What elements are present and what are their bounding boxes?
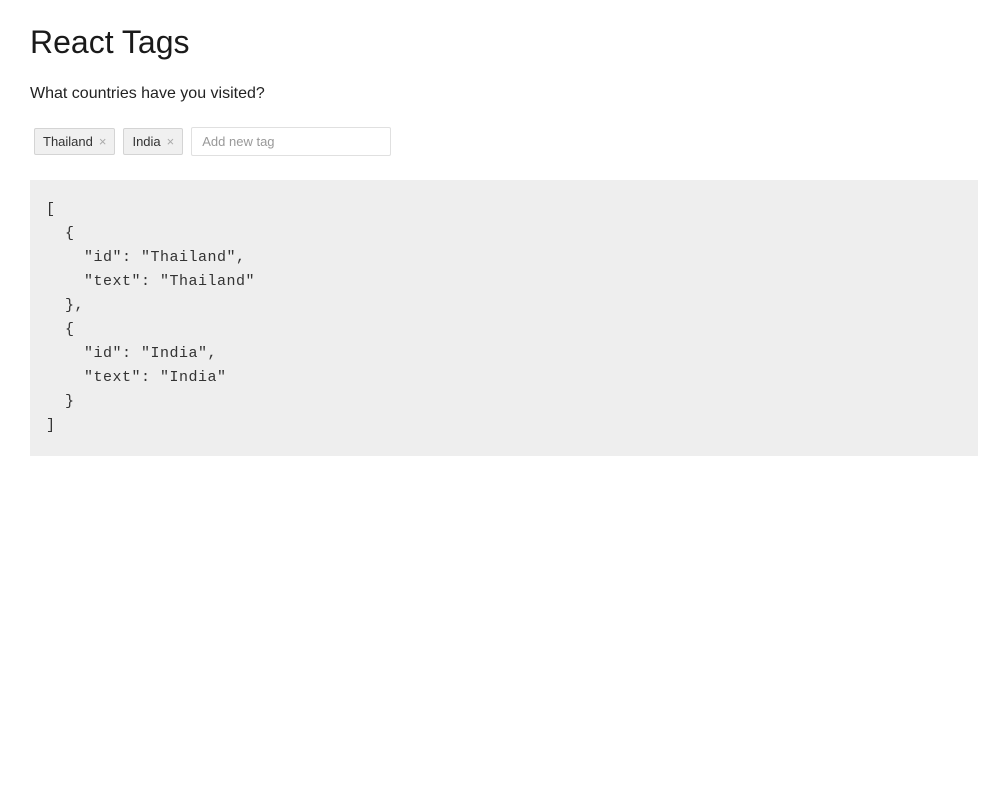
- tags-container: Thailand × India ×: [30, 127, 978, 156]
- tag-thailand[interactable]: Thailand ×: [34, 128, 115, 155]
- question-text: What countries have you visited?: [30, 85, 978, 103]
- page-title: React Tags: [30, 24, 978, 61]
- add-tag-input[interactable]: [191, 127, 391, 156]
- close-icon[interactable]: ×: [167, 135, 175, 148]
- tag-label: India: [132, 134, 160, 149]
- tag-india[interactable]: India ×: [123, 128, 183, 155]
- json-output: [ { "id": "Thailand", "text": "Thailand"…: [30, 180, 978, 456]
- tag-label: Thailand: [43, 134, 93, 149]
- close-icon[interactable]: ×: [99, 135, 107, 148]
